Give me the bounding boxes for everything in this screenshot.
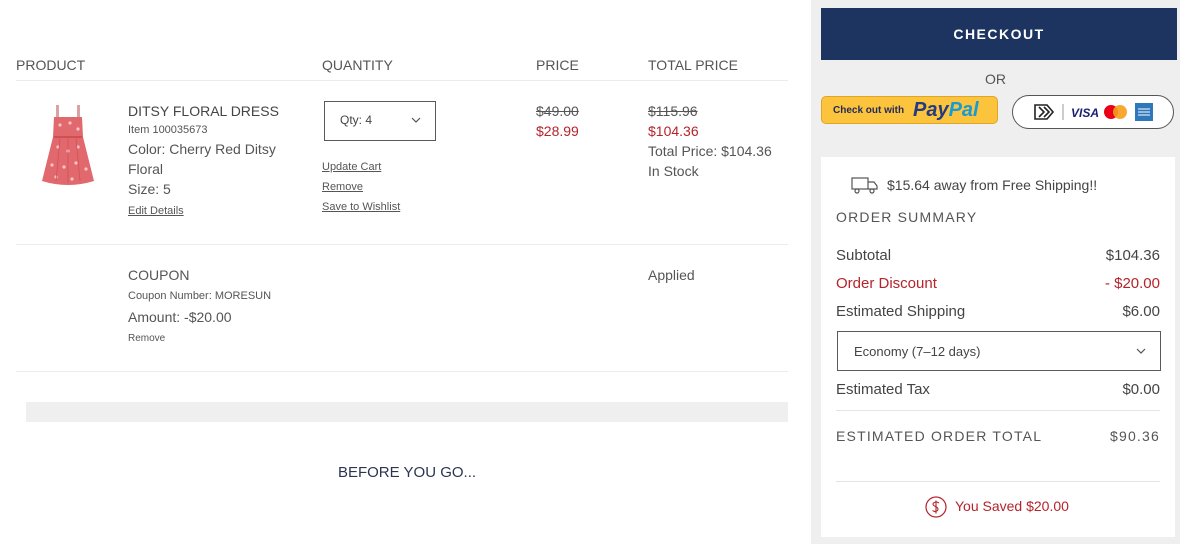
- or-separator: OR: [985, 71, 1006, 87]
- header-total-price: TOTAL PRICE: [648, 57, 738, 73]
- product-thumbnail[interactable]: [34, 103, 102, 189]
- product-size: Size: 5: [128, 181, 171, 197]
- checkout-button[interactable]: CHECKOUT: [821, 8, 1177, 60]
- coupon-amount: Amount: -$20.00: [128, 309, 232, 325]
- coupon-details: COUPON Coupon Number: MORESUN Amount: -$…: [128, 265, 271, 351]
- header-quantity: QUANTITY: [322, 57, 393, 73]
- original-total: $115.96: [648, 103, 698, 119]
- update-cart-link[interactable]: Update Cart: [322, 157, 400, 177]
- unit-price: $49.00 $28.99: [536, 101, 579, 141]
- subtotal-value: $104.36: [1105, 247, 1160, 264]
- paypal-caption: Check out with: [833, 105, 905, 116]
- header-product: PRODUCT: [16, 57, 86, 73]
- paypal-logo-pal: Pal: [948, 99, 979, 121]
- summary-divider: [836, 410, 1160, 411]
- product-color: Color: Cherry Red Ditsy Floral: [128, 141, 276, 177]
- card-checkout-button[interactable]: VISA: [1012, 95, 1174, 129]
- subtotal-label: Subtotal: [836, 247, 892, 264]
- remove-item-link[interactable]: Remove: [322, 177, 400, 197]
- estimated-total-label: ESTIMATED ORDER TOTAL: [836, 428, 1043, 444]
- summary-divider: [836, 481, 1160, 482]
- stock-status: In Stock: [648, 163, 699, 179]
- save-to-wishlist-link[interactable]: Save to Wishlist: [322, 197, 400, 217]
- product-name[interactable]: DITSY FLORAL DRESS: [128, 101, 308, 121]
- chevron-down-icon: [411, 117, 421, 123]
- order-summary-card: $15.64 away from Free Shipping!! ORDER S…: [821, 157, 1175, 537]
- product-details: DITSY FLORAL DRESS Item 100035673 Color:…: [128, 101, 308, 220]
- chevron-down-icon: [1136, 348, 1146, 354]
- item-actions: Update Cart Remove Save to Wishlist: [322, 157, 400, 217]
- tax-label: Estimated Tax: [836, 381, 930, 398]
- discount-value: - $20.00: [1104, 275, 1160, 292]
- total-price-label: Total Price: $104.36: [648, 143, 772, 159]
- shipping-value: $6.00: [1122, 303, 1160, 320]
- savings-text: You Saved $20.00: [955, 498, 1069, 514]
- checkout-sidebar: CHECKOUT OR Check out with PayPal VISA $…: [811, 0, 1180, 544]
- order-summary-title: ORDER SUMMARY: [836, 209, 978, 225]
- discount-label: Order Discount: [836, 275, 937, 292]
- paypal-logo-pay: Pay: [913, 99, 949, 121]
- header-price: PRICE: [536, 57, 579, 73]
- paypal-logo: PayPal: [913, 99, 979, 122]
- coupon-title: COUPON: [128, 267, 190, 283]
- paypal-checkout-button[interactable]: Check out with PayPal: [821, 96, 998, 124]
- coupon-row: COUPON Coupon Number: MORESUN Amount: -$…: [16, 245, 788, 372]
- dollar-badge-icon: [925, 496, 947, 518]
- divider-bar: [26, 402, 788, 422]
- sale-total: $104.36: [648, 123, 699, 139]
- cart-panel: PRODUCT QUANTITY PRICE TOTAL PRICE DITSY…: [16, 0, 788, 544]
- visa-logo: VISA: [1071, 106, 1100, 120]
- shipping-method-select[interactable]: Economy (7–12 days): [837, 331, 1161, 371]
- truck-icon: [851, 177, 878, 194]
- estimated-total-value: $90.36: [1109, 428, 1160, 444]
- cart-item-row: DITSY FLORAL DRESS Item 100035673 Color:…: [16, 81, 788, 245]
- coupon-status: Applied: [648, 267, 695, 283]
- free-shipping-banner: $15.64 away from Free Shipping!!: [887, 177, 1098, 193]
- sale-price: $28.99: [536, 123, 579, 139]
- coupon-number: Coupon Number: MORESUN: [128, 290, 272, 302]
- cart-header-row: PRODUCT QUANTITY PRICE TOTAL PRICE: [16, 56, 788, 81]
- shipping-label: Estimated Shipping: [836, 303, 966, 320]
- before-you-go-heading: BEFORE YOU GO...: [337, 464, 477, 481]
- tax-value: $0.00: [1122, 381, 1160, 398]
- quantity-value: Qty: 4: [340, 113, 373, 127]
- quantity-select[interactable]: Qty: 4: [324, 101, 436, 141]
- product-sku: Item 100035673: [128, 124, 208, 136]
- shipping-method-value: Economy (7–12 days): [854, 344, 981, 359]
- edit-details-link[interactable]: Edit Details: [128, 202, 184, 220]
- line-total: $115.96 $104.36 Total Price: $104.36 In …: [648, 101, 772, 181]
- original-price: $49.00: [536, 103, 579, 119]
- remove-coupon-link[interactable]: Remove: [128, 327, 271, 351]
